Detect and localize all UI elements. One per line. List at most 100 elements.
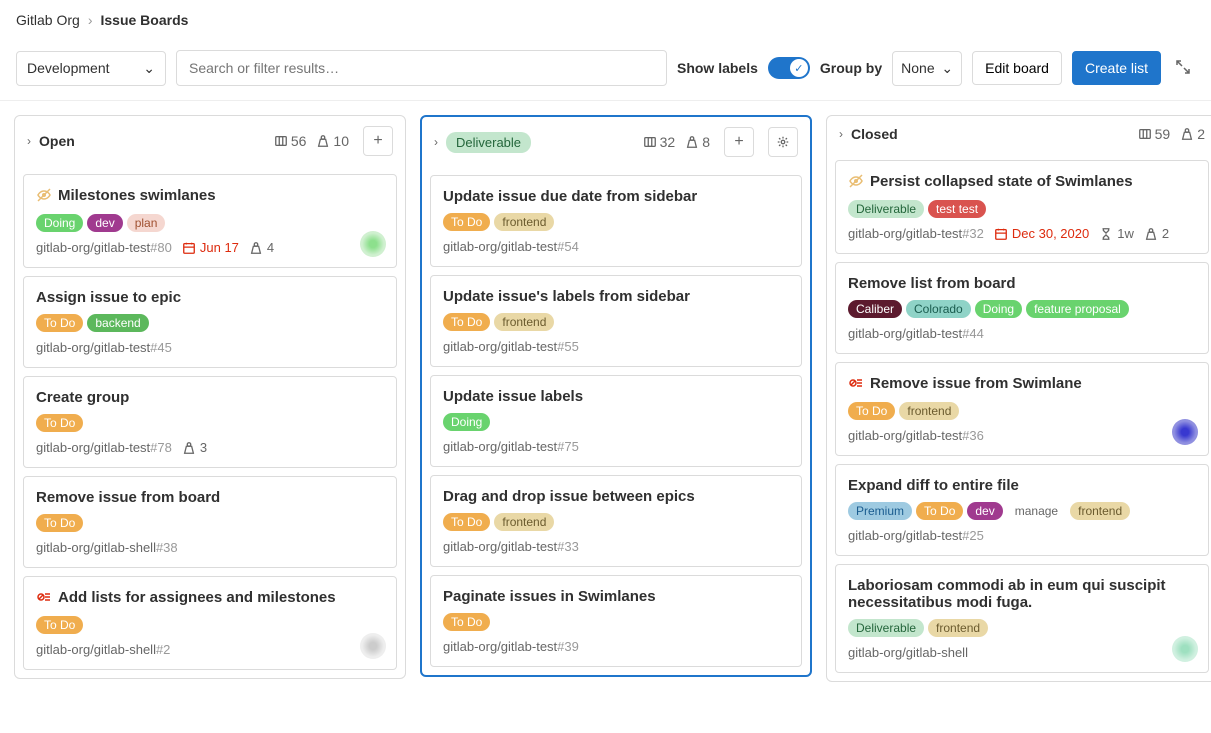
card-meta: gitlab-org/gitlab-test#75 — [443, 439, 789, 454]
issue-reference: gitlab-org/gitlab-test#32 — [848, 226, 984, 241]
issue-card[interactable]: Update issue labels Doing gitlab-org/git… — [430, 375, 802, 467]
issue-label[interactable]: frontend — [494, 513, 554, 531]
issue-card[interactable]: Laboriosam commodi ab in eum qui suscipi… — [835, 564, 1209, 673]
issue-weight: 3 — [182, 440, 207, 455]
issue-label[interactable]: To Do — [443, 313, 490, 331]
due-date: Dec 30, 2020 — [994, 226, 1089, 241]
chevron-right-icon[interactable]: › — [839, 127, 843, 141]
labels-row: Deliverablefrontend — [848, 619, 1196, 637]
issue-label[interactable]: frontend — [494, 313, 554, 331]
card-title-row: Paginate issues in Swimlanes — [443, 588, 789, 605]
issue-card[interactable]: Remove issue from board To Do gitlab-org… — [23, 476, 397, 568]
issue-card[interactable]: Create group To Do gitlab-org/gitlab-tes… — [23, 376, 397, 468]
expand-icon[interactable] — [1171, 55, 1195, 82]
group-by-value: None — [901, 60, 934, 76]
create-list-button[interactable]: Create list — [1072, 51, 1161, 85]
issue-label[interactable]: Caliber — [848, 300, 902, 318]
column-stats: 59 2 — [1132, 126, 1205, 142]
card-title: Update issue's labels from sidebar — [443, 288, 690, 305]
card-title: Drag and drop issue between epics — [443, 488, 695, 505]
issue-label[interactable]: dev — [967, 502, 1002, 520]
card-title: Laboriosam commodi ab in eum qui suscipi… — [848, 577, 1196, 611]
card-meta: gitlab-org/gitlab-test#55 — [443, 339, 789, 354]
issue-label[interactable]: dev — [87, 214, 122, 232]
board-toolbar: Development ⌄ Show labels ✓ Group by Non… — [0, 40, 1211, 101]
labels-row: Deliverabletest test — [848, 200, 1196, 218]
chevron-right-icon[interactable]: › — [27, 134, 31, 148]
column-title-label: Deliverable — [446, 132, 531, 153]
issue-card[interactable]: Persist collapsed state of Swimlanes Del… — [835, 160, 1209, 254]
issue-label[interactable]: To Do — [916, 502, 963, 520]
issue-card[interactable]: Drag and drop issue between epics To Dof… — [430, 475, 802, 567]
issue-label[interactable]: manage — [1007, 502, 1066, 520]
issue-label[interactable]: Doing — [36, 214, 83, 232]
issue-reference: gitlab-org/gitlab-test#25 — [848, 528, 984, 543]
issue-label[interactable]: To Do — [36, 414, 83, 432]
issue-card[interactable]: Add lists for assignees and milestones T… — [23, 576, 397, 670]
assignee-avatar[interactable] — [1172, 419, 1198, 445]
breadcrumb-current: Issue Boards — [100, 12, 188, 28]
board-switcher-dropdown[interactable]: Development ⌄ — [16, 51, 166, 86]
column-stats: 56 10 — [268, 133, 349, 149]
issue-reference: gitlab-org/gitlab-test#39 — [443, 639, 579, 654]
board-column-deliverable: › Deliverable 32 8 + Update issue due da… — [420, 115, 812, 677]
issue-label[interactable]: Colorado — [906, 300, 971, 318]
breadcrumb-parent[interactable]: Gitlab Org — [16, 12, 80, 28]
issue-count: 59 — [1138, 126, 1171, 142]
issue-label[interactable]: test test — [928, 200, 986, 218]
weight-total: 10 — [316, 133, 349, 149]
chevron-down-icon: ⌄ — [143, 60, 155, 77]
column-header: › Deliverable 32 8 + — [422, 117, 810, 167]
issue-label[interactable]: frontend — [1070, 502, 1130, 520]
issue-label[interactable]: To Do — [848, 402, 895, 420]
labels-row: To Dofrontend — [443, 513, 789, 531]
issue-card[interactable]: Remove list from board CaliberColoradoDo… — [835, 262, 1209, 354]
issue-reference: gitlab-org/gitlab-test#75 — [443, 439, 579, 454]
card-meta: gitlab-org/gitlab-test#25 — [848, 528, 1196, 543]
card-title-row: Expand diff to entire file — [848, 477, 1196, 494]
issue-label[interactable]: To Do — [443, 213, 490, 231]
assignee-avatar[interactable] — [360, 231, 386, 257]
issue-card[interactable]: Update issue due date from sidebar To Do… — [430, 175, 802, 267]
board-column-closed: › Closed 59 2 Persist collapsed state of… — [826, 115, 1211, 682]
issue-label[interactable]: frontend — [899, 402, 959, 420]
issue-label[interactable]: Doing — [975, 300, 1022, 318]
edit-board-button[interactable]: Edit board — [972, 51, 1062, 85]
issue-label[interactable]: frontend — [494, 213, 554, 231]
issue-label[interactable]: Premium — [848, 502, 912, 520]
group-by-dropdown[interactable]: None ⌄ — [892, 51, 962, 86]
issue-label[interactable]: To Do — [443, 613, 490, 631]
add-issue-button[interactable]: + — [363, 126, 393, 156]
issue-card[interactable]: Assign issue to epic To Dobackend gitlab… — [23, 276, 397, 368]
labels-row: To Do — [443, 613, 789, 631]
assignee-avatar[interactable] — [360, 633, 386, 659]
issue-label[interactable]: Deliverable — [848, 200, 924, 218]
issue-label[interactable]: To Do — [36, 314, 83, 332]
issue-reference: gitlab-org/gitlab-test#36 — [848, 428, 984, 443]
assignee-avatar[interactable] — [1172, 636, 1198, 662]
labels-row: PremiumTo Dodev managefrontend — [848, 502, 1196, 520]
show-labels-toggle[interactable]: ✓ — [768, 57, 810, 79]
issue-card[interactable]: Expand diff to entire file PremiumTo Dod… — [835, 464, 1209, 556]
card-meta: gitlab-org/gitlab-shell#38 — [36, 540, 384, 555]
issue-card[interactable]: Paginate issues in Swimlanes To Do gitla… — [430, 575, 802, 667]
issue-label[interactable]: To Do — [36, 514, 83, 532]
issue-label[interactable]: feature proposal — [1026, 300, 1129, 318]
issue-label[interactable]: Deliverable — [848, 619, 924, 637]
issue-label[interactable]: frontend — [928, 619, 988, 637]
issue-label[interactable]: plan — [127, 214, 166, 232]
cards-list: Milestones swimlanes Doingdevplan gitlab… — [15, 166, 405, 678]
eye-slash-icon — [848, 173, 864, 192]
add-issue-button[interactable]: + — [724, 127, 754, 157]
issue-card[interactable]: Milestones swimlanes Doingdevplan gitlab… — [23, 174, 397, 268]
chevron-right-icon[interactable]: › — [434, 135, 438, 149]
issue-card[interactable]: Remove issue from Swimlane To Dofrontend… — [835, 362, 1209, 456]
list-settings-button[interactable] — [768, 127, 798, 157]
issue-label[interactable]: To Do — [443, 513, 490, 531]
card-title: Add lists for assignees and milestones — [58, 589, 336, 606]
issue-label[interactable]: backend — [87, 314, 148, 332]
search-input[interactable] — [176, 50, 667, 86]
issue-label[interactable]: To Do — [36, 616, 83, 634]
issue-card[interactable]: Update issue's labels from sidebar To Do… — [430, 275, 802, 367]
issue-label[interactable]: Doing — [443, 413, 490, 431]
